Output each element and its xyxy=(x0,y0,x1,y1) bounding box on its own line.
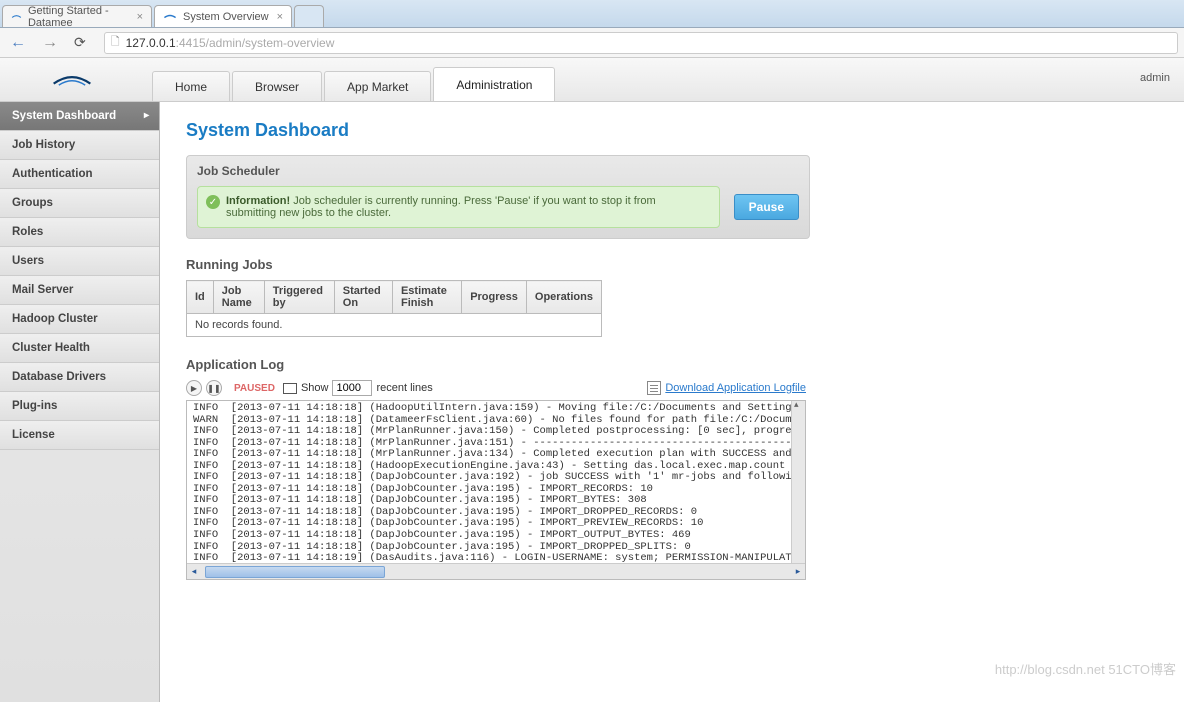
th-id[interactable]: Id xyxy=(187,281,214,314)
sidebar-item-license[interactable]: License xyxy=(0,421,159,450)
th-progress[interactable]: Progress xyxy=(462,281,527,314)
sidebar-item-groups[interactable]: Groups xyxy=(0,189,159,218)
recent-lines-label: recent lines xyxy=(376,382,432,394)
url-host: 127.0.0.1 xyxy=(126,36,176,50)
show-lines-input[interactable] xyxy=(332,380,372,396)
sidebar-item-users[interactable]: Users xyxy=(0,247,159,276)
download-logfile-link[interactable]: Download Application Logfile xyxy=(665,382,806,394)
play-icon[interactable]: ▶ xyxy=(186,380,202,396)
sidebar-item-authentication[interactable]: Authentication xyxy=(0,160,159,189)
tab-app-market[interactable]: App Market xyxy=(324,71,431,101)
reload-button[interactable]: ⟳ xyxy=(70,32,90,53)
info-label: Information! xyxy=(226,195,290,207)
product-logo[interactable] xyxy=(12,67,132,93)
running-jobs-table: Id Job Name Triggered by Started On Esti… xyxy=(186,280,602,337)
watermark: http://blog.csdn.net 51CTO博客 xyxy=(995,659,1176,678)
log-area-container: INFO [2013-07-11 14:18:18] (HadoopUtilIn… xyxy=(186,400,806,580)
main-content: System Dashboard Job Scheduler Informati… xyxy=(160,102,1184,702)
page-icon: 🗋 xyxy=(111,33,120,52)
browser-tab-strip: Getting Started - Datamee × System Overv… xyxy=(0,0,1184,28)
job-scheduler-panel: Job Scheduler Information! Job scheduler… xyxy=(186,155,810,239)
browser-nav-bar: ← → ⟳ 🗋 127.0.0.1:4415/admin/system-over… xyxy=(0,28,1184,58)
tab-browser[interactable]: Browser xyxy=(232,71,322,101)
tab-title: Getting Started - Datamee xyxy=(28,5,129,29)
sidebar-item-job-history[interactable]: Job History xyxy=(0,131,159,160)
sidebar-item-database-drivers[interactable]: Database Drivers xyxy=(0,363,159,392)
address-bar[interactable]: 🗋 127.0.0.1:4415/admin/system-overview xyxy=(104,32,1178,54)
scroll-right-icon[interactable]: ▸ xyxy=(791,566,805,577)
main-nav-tabs: Home Browser App Market Administration xyxy=(152,58,557,101)
sidebar-item-mail-server[interactable]: Mail Server xyxy=(0,276,159,305)
sidebar-item-plug-ins[interactable]: Plug-ins xyxy=(0,392,159,421)
paused-label: PAUSED xyxy=(234,383,275,394)
vertical-scrollbar[interactable] xyxy=(791,401,805,563)
new-tab-button[interactable] xyxy=(294,5,324,27)
sidebar-item-roles[interactable]: Roles xyxy=(0,218,159,247)
th-operations[interactable]: Operations xyxy=(526,281,601,314)
tab-administration[interactable]: Administration xyxy=(433,67,555,101)
app-log-heading: Application Log xyxy=(186,357,1158,372)
log-output[interactable]: INFO [2013-07-11 14:18:18] (HadoopUtilIn… xyxy=(187,401,805,563)
th-estimate-finish[interactable]: Estimate Finish xyxy=(392,281,461,314)
log-toolbar: ▶ ❚❚ PAUSED Show recent lines Download A… xyxy=(186,380,806,396)
datameer-icon xyxy=(163,10,177,24)
back-button[interactable]: ← xyxy=(6,32,30,54)
show-label: Show xyxy=(301,382,329,394)
app-header: Home Browser App Market Administration a… xyxy=(0,58,1184,102)
info-message: Information! Job scheduler is currently … xyxy=(197,186,720,228)
scroll-thumb[interactable] xyxy=(205,566,385,578)
browser-tab-0[interactable]: Getting Started - Datamee × xyxy=(2,5,152,27)
empty-row: No records found. xyxy=(187,314,602,337)
th-triggered-by[interactable]: Triggered by xyxy=(264,281,334,314)
sidebar: System Dashboard Job History Authenticat… xyxy=(0,102,160,702)
screen-icon[interactable] xyxy=(283,383,297,394)
url-port: :4415 xyxy=(176,36,206,50)
browser-tab-1[interactable]: System Overview × xyxy=(154,5,292,27)
th-started-on[interactable]: Started On xyxy=(334,281,392,314)
running-jobs-heading: Running Jobs xyxy=(186,257,1158,272)
horizontal-scrollbar[interactable]: ◂ ▸ xyxy=(187,563,805,579)
sidebar-item-hadoop-cluster[interactable]: Hadoop Cluster xyxy=(0,305,159,334)
url-path: /admin/system-overview xyxy=(206,36,335,50)
sidebar-item-cluster-health[interactable]: Cluster Health xyxy=(0,334,159,363)
th-job-name[interactable]: Job Name xyxy=(213,281,264,314)
pause-button[interactable]: Pause xyxy=(734,194,799,220)
pause-icon[interactable]: ❚❚ xyxy=(206,380,222,396)
document-icon xyxy=(647,381,661,395)
close-icon[interactable]: × xyxy=(277,11,283,23)
forward-button[interactable]: → xyxy=(38,32,62,54)
info-text: Job scheduler is currently running. Pres… xyxy=(226,195,656,219)
user-link[interactable]: admin xyxy=(1140,72,1170,84)
datameer-icon xyxy=(11,10,22,24)
scroll-left-icon[interactable]: ◂ xyxy=(187,566,201,577)
page-title: System Dashboard xyxy=(186,120,1158,141)
tab-title: System Overview xyxy=(183,11,269,23)
tab-home[interactable]: Home xyxy=(152,71,230,101)
close-icon[interactable]: × xyxy=(137,11,143,23)
panel-heading: Job Scheduler xyxy=(187,156,809,186)
sidebar-item-system-dashboard[interactable]: System Dashboard xyxy=(0,102,159,131)
